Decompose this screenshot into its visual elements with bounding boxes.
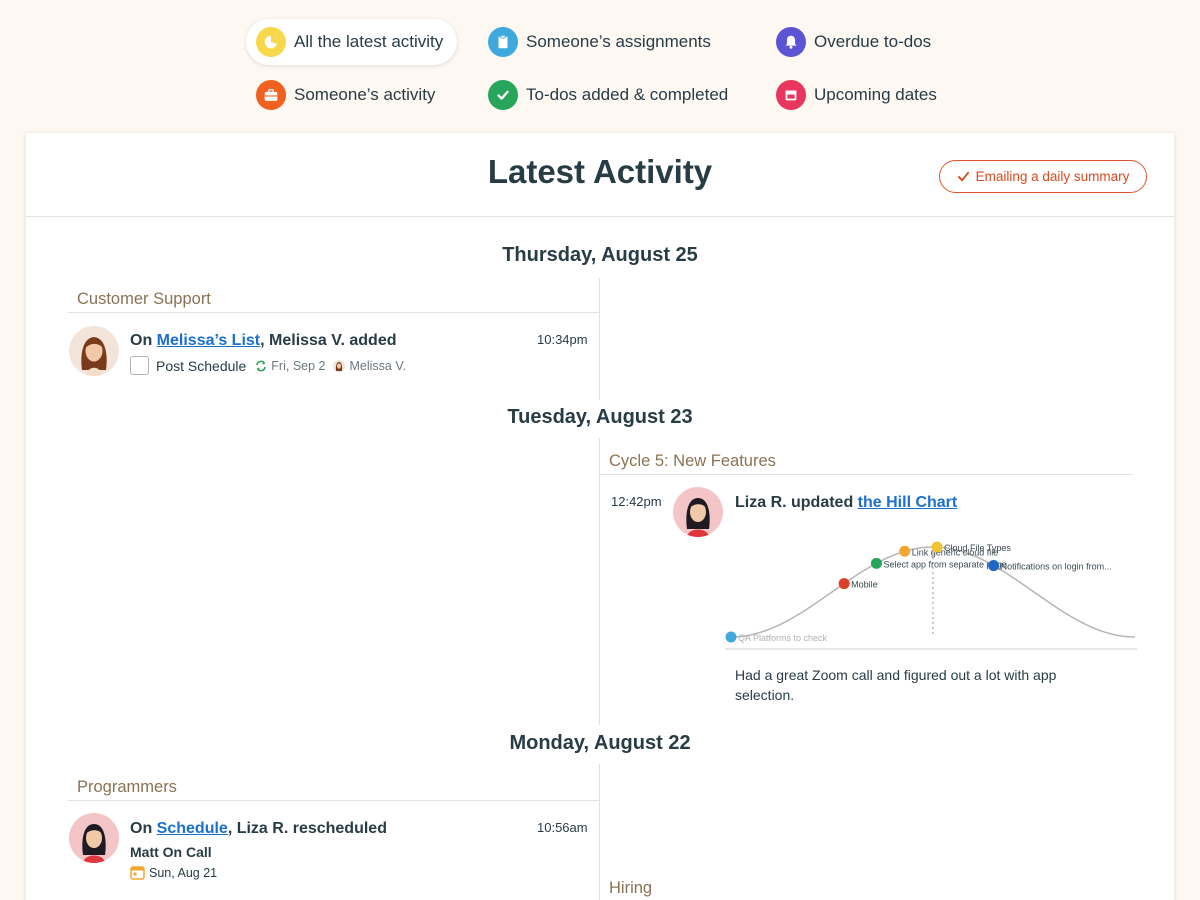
bucket-divider (68, 800, 599, 801)
hill-chart[interactable]: QA Platforms to check Mobile Select app fr… (725, 533, 1137, 651)
timeline-divider (599, 764, 600, 900)
filter-label: All the latest activity (294, 32, 444, 51)
avatar[interactable] (69, 326, 119, 376)
filter-label: To-dos added & completed (526, 85, 729, 104)
filter-label: Overdue to-dos (814, 32, 932, 51)
hill-point-label: Cloud File Types (944, 543, 1011, 553)
bucket-name[interactable]: Customer Support (77, 290, 211, 309)
activity-card: Latest Activity Emailing a daily summary… (26, 133, 1174, 900)
filter-bar: All the latest activity Someone’s assign… (0, 0, 1200, 130)
filter-overdue-todos[interactable]: Overdue to-dos (766, 19, 945, 65)
due-date: Fri, Sep 2 (271, 358, 326, 373)
hill-point[interactable] (931, 541, 943, 553)
pie-clock-icon (256, 27, 286, 57)
hill-point-label: Select app from separate page (883, 559, 1006, 569)
day-heading: Monday, August 22 (509, 732, 691, 754)
bucket-name[interactable]: Programmers (77, 778, 177, 797)
todo-checkbox[interactable] (130, 356, 149, 375)
timestamp: 10:56am (537, 820, 588, 835)
schedule-entry-date: Sun, Aug 21 (130, 865, 217, 880)
hill-note: Had a great Zoom call and figured out a … (735, 667, 1057, 703)
filter-label: Upcoming dates (814, 85, 937, 104)
repeat-icon (256, 360, 267, 371)
email-summary-button[interactable]: Emailing a daily summary (939, 160, 1147, 193)
hill-point[interactable] (899, 545, 911, 557)
clipboard-icon (488, 27, 518, 57)
filter-upcoming-dates[interactable]: Upcoming dates (766, 72, 951, 118)
hill-point[interactable] (870, 557, 882, 569)
calendar-icon (130, 866, 145, 880)
timeline-divider (599, 278, 600, 400)
bucket-divider (600, 474, 1132, 475)
hill-point-label: Mobile (851, 580, 878, 590)
bucket-name[interactable]: Hiring (609, 879, 652, 898)
activity-headline: On Schedule, Liza R. rescheduled (130, 820, 387, 837)
filter-all-latest-activity[interactable]: All the latest activity (246, 19, 458, 65)
todo-title[interactable]: Post Schedule (156, 358, 246, 374)
avatar[interactable] (69, 813, 119, 863)
assignee-name: Melissa V. (349, 358, 406, 373)
bell-icon (776, 27, 806, 57)
bucket-name[interactable]: Cycle 5: New Features (609, 452, 776, 471)
filter-label: Someone’s activity (294, 85, 436, 104)
card-header: Latest Activity Emailing a daily summary (26, 133, 1174, 217)
activity-headline: On Melissa’s List, Melissa V. added (130, 332, 397, 349)
hill-point[interactable] (838, 578, 850, 590)
list-link[interactable]: Melissa’s List (157, 332, 260, 349)
schedule-entry-title[interactable]: Matt On Call (130, 844, 212, 860)
checkmark-icon (957, 171, 969, 182)
filter-label: Someone’s assignments (526, 32, 711, 51)
hill-chart-link[interactable]: the Hill Chart (858, 494, 958, 511)
day-heading: Tuesday, August 23 (507, 406, 693, 428)
filter-someones-assignments[interactable]: Someone’s assignments (478, 19, 725, 65)
hill-point[interactable] (988, 560, 1000, 572)
filter-todos-added-completed[interactable]: To-dos added & completed (478, 72, 742, 118)
timestamp: 10:34pm (537, 332, 588, 347)
assignee-avatar-icon (333, 359, 346, 372)
hill-point-label: Notifications on login from... (1001, 562, 1112, 572)
todo-item: Post Schedule Fri, Sep 2 Melissa V. (130, 356, 406, 375)
briefcase-icon (256, 80, 286, 110)
hill-point-label: QA Platforms to check (738, 633, 828, 643)
activity-headline: Liza R. updated the Hill Chart (735, 494, 958, 511)
email-summary-label: Emailing a daily summary (975, 169, 1130, 184)
hill-point[interactable] (725, 631, 737, 643)
avatar[interactable] (673, 487, 723, 537)
schedule-link[interactable]: Schedule (157, 820, 228, 837)
day-heading: Thursday, August 25 (502, 244, 698, 266)
bucket-divider (68, 312, 599, 313)
calendar-icon (776, 80, 806, 110)
timestamp: 12:42pm (611, 494, 662, 509)
timeline-divider (599, 438, 600, 725)
checkmark-icon (488, 80, 518, 110)
filter-someones-activity[interactable]: Someone’s activity (246, 72, 449, 118)
